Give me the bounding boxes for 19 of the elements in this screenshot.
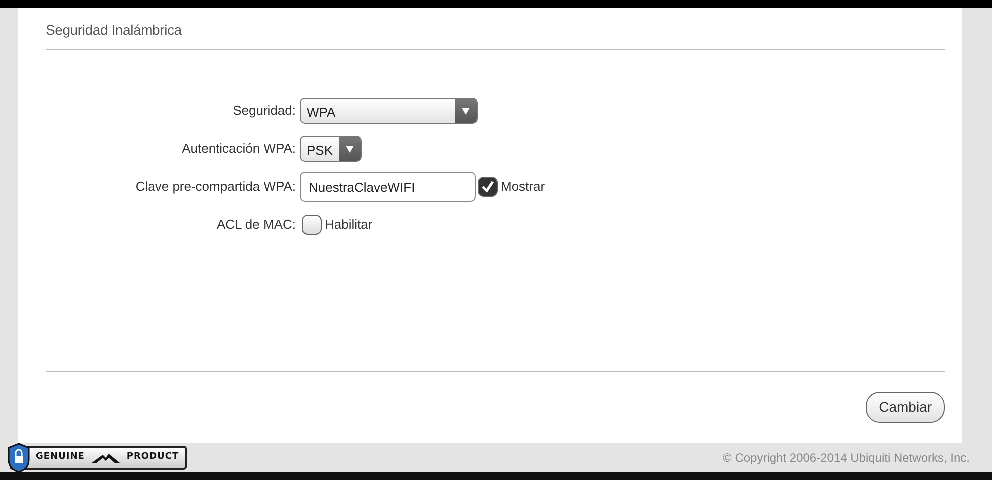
checkbox-label: Habilitar: [325, 216, 373, 234]
checkbox-label: Mostrar: [501, 178, 546, 196]
change-button[interactable]: Cambiar: [866, 392, 945, 423]
field-label: ACL de MAC:: [216, 216, 297, 234]
copyright-text: © Copyright 2006-2014 Ubiquiti Networks, Inc.: [723, 450, 970, 466]
checkbox[interactable]: [302, 215, 322, 235]
field-label: Seguridad:: [232, 102, 297, 120]
dropdown[interactable]: WPA: [300, 98, 478, 124]
dropdown-arrow-icon: [345, 144, 355, 154]
badge-text: PRODUCT: [126, 450, 180, 464]
field-label: Clave pre-compartida WPA:: [134, 178, 297, 196]
logo-icon: [90, 452, 121, 464]
password-field[interactable]: NuestraClaveWIFI: [300, 172, 476, 202]
dropdown[interactable]: PSK: [300, 136, 362, 162]
badge-text: GENUINE: [36, 450, 85, 464]
field-label: Autenticación WPA:: [181, 140, 297, 158]
dropdown-arrow-icon: [461, 106, 471, 116]
checkbox[interactable]: [478, 177, 498, 197]
section-title: Seguridad Inalámbrica: [46, 20, 945, 50]
